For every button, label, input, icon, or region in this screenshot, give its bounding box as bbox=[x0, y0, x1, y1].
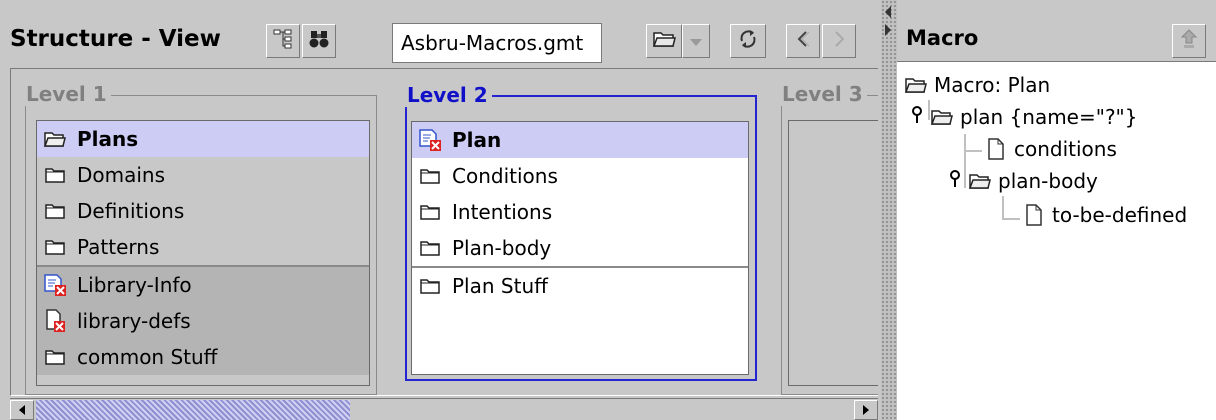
tree-view-button[interactable] bbox=[266, 24, 300, 58]
folder-icon bbox=[418, 200, 442, 224]
file-name-field[interactable]: Asbru-Macros.gmt bbox=[392, 23, 602, 63]
macro-export-button[interactable] bbox=[1172, 24, 1206, 58]
folder-open-icon bbox=[904, 73, 928, 97]
list-item-conditions[interactable]: Conditions bbox=[412, 158, 748, 194]
level-1-group: Level 1 Plans Domains Definitions Patter… bbox=[24, 82, 377, 395]
list-item-label: Plan bbox=[452, 128, 502, 152]
list-item-label: Plans bbox=[77, 127, 139, 151]
tree-node-label: conditions bbox=[1014, 137, 1117, 161]
list-item-plans[interactable]: Plans bbox=[37, 121, 369, 157]
scroll-right-button[interactable] bbox=[854, 400, 878, 420]
list-item-label: Library-Info bbox=[77, 273, 192, 297]
level-1-list: Plans Domains Definitions Patterns Libra… bbox=[36, 120, 370, 386]
list-item-label: Definitions bbox=[77, 199, 185, 223]
arrow-right-icon bbox=[861, 401, 871, 420]
list-item-library-info[interactable]: Library-Info bbox=[37, 267, 369, 303]
levels-area: Level 1 Plans Domains Definitions Patter… bbox=[10, 68, 878, 396]
export-icon bbox=[1179, 28, 1199, 54]
forward-icon bbox=[829, 29, 849, 53]
folder-open-icon bbox=[43, 127, 67, 151]
list-item-common-stuff[interactable]: common Stuff bbox=[37, 339, 369, 375]
level-3-title: Level 3 bbox=[780, 82, 867, 106]
tree-node-label: Macro: Plan bbox=[934, 73, 1051, 97]
back-button[interactable] bbox=[786, 24, 820, 58]
list-item-label: Patterns bbox=[77, 235, 160, 259]
folder-icon bbox=[43, 163, 67, 187]
tree-node-plan[interactable]: plan {name="?"} bbox=[910, 102, 1137, 132]
scroll-left-button[interactable] bbox=[10, 400, 34, 420]
level-2-list: Plan Conditions Intentions Plan-body Pla… bbox=[411, 121, 749, 375]
error-file-icon bbox=[43, 309, 67, 333]
scrollbar-thumb[interactable] bbox=[36, 400, 350, 420]
level-1-title: Level 1 bbox=[24, 82, 111, 106]
list-item-plan-body[interactable]: Plan-body bbox=[412, 230, 748, 266]
tree-line bbox=[1002, 196, 1004, 220]
tree-line bbox=[1002, 218, 1020, 220]
list-item-label: Intentions bbox=[452, 200, 553, 224]
folder-icon bbox=[43, 235, 67, 259]
folder-open-icon bbox=[930, 105, 954, 129]
list-item-label: Conditions bbox=[452, 164, 558, 188]
document-icon bbox=[984, 137, 1008, 161]
folder-icon bbox=[418, 236, 442, 260]
list-item-library-defs[interactable]: library-defs bbox=[37, 303, 369, 339]
list-item-label: Plan Stuff bbox=[452, 274, 548, 298]
list-item-domains[interactable]: Domains bbox=[37, 157, 369, 193]
tree-node-conditions[interactable]: conditions bbox=[984, 134, 1117, 164]
arrow-left-icon bbox=[17, 401, 27, 420]
list-item-label: library-defs bbox=[77, 309, 191, 333]
back-icon bbox=[793, 29, 813, 53]
list-item-plan[interactable]: Plan bbox=[412, 122, 748, 158]
tree-expand-icon[interactable] bbox=[910, 105, 924, 130]
level-2-group: Level 2 Plan Conditions Intentions Plan-… bbox=[405, 83, 757, 381]
folder-icon bbox=[43, 199, 67, 223]
pane-splitter[interactable] bbox=[881, 0, 897, 420]
tree-expand-icon[interactable] bbox=[948, 169, 962, 194]
refresh-icon bbox=[736, 27, 760, 55]
binoculars-icon bbox=[308, 28, 330, 54]
list-item-plan-stuff[interactable]: Plan Stuff bbox=[412, 268, 748, 304]
tree-node-label: plan {name="?"} bbox=[960, 105, 1138, 129]
folder-icon bbox=[418, 164, 442, 188]
error-document-icon bbox=[418, 128, 442, 152]
level-3-group: Level 3 bbox=[780, 82, 878, 395]
tree-node-label: plan-body bbox=[998, 169, 1098, 193]
tree-view-icon bbox=[272, 28, 294, 54]
folder-icon bbox=[43, 345, 67, 369]
folder-icon bbox=[418, 274, 442, 298]
document-icon bbox=[1022, 203, 1046, 227]
folder-open-icon bbox=[652, 29, 676, 53]
collapse-right-icon[interactable] bbox=[883, 22, 893, 41]
forward-button[interactable] bbox=[822, 24, 856, 58]
tree-node-macro-plan[interactable]: Macro: Plan bbox=[904, 70, 1050, 100]
open-folder-button[interactable] bbox=[646, 24, 682, 58]
list-item-patterns[interactable]: Patterns bbox=[37, 229, 369, 265]
tree-node-plan-body[interactable]: plan-body bbox=[948, 166, 1098, 196]
list-item-intentions[interactable]: Intentions bbox=[412, 194, 748, 230]
folder-dropdown-button[interactable] bbox=[682, 24, 710, 58]
collapse-left-icon[interactable] bbox=[883, 4, 893, 23]
refresh-button[interactable] bbox=[730, 24, 766, 58]
level-2-title: Level 2 bbox=[405, 83, 492, 107]
macro-title: Macro bbox=[906, 26, 979, 50]
list-item-label: common Stuff bbox=[77, 345, 218, 369]
find-button[interactable] bbox=[302, 24, 336, 58]
dropdown-arrow-icon bbox=[689, 32, 703, 51]
list-item-label: Domains bbox=[77, 163, 166, 187]
folder-open-icon bbox=[968, 169, 992, 193]
tree-node-label: to-be-defined bbox=[1052, 203, 1188, 227]
tree-node-to-be-defined[interactable]: to-be-defined bbox=[1022, 200, 1187, 230]
list-item-definitions[interactable]: Definitions bbox=[37, 193, 369, 229]
structure-view-title: Structure - View bbox=[10, 26, 221, 52]
tree-line bbox=[964, 150, 982, 152]
list-item-label: Plan-body bbox=[452, 236, 552, 260]
level-3-list bbox=[788, 120, 878, 386]
error-document-icon bbox=[43, 273, 67, 297]
